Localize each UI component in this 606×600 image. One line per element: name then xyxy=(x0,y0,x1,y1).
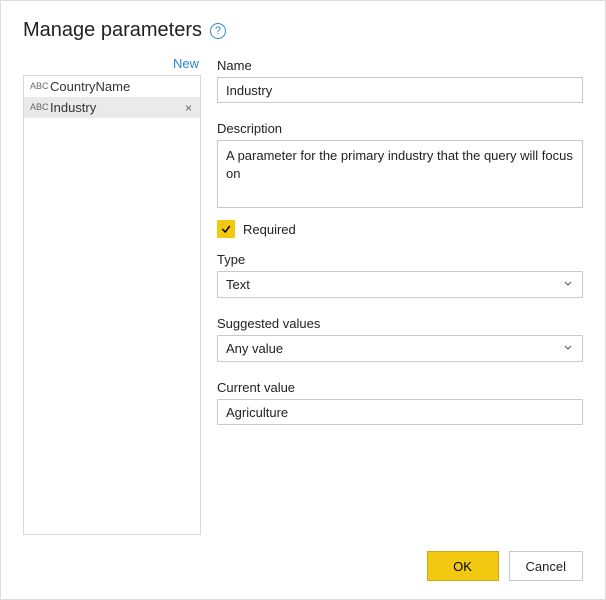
parameter-item-label: CountryName xyxy=(50,79,177,94)
description-textarea[interactable] xyxy=(217,140,583,208)
new-link-row: New xyxy=(23,56,201,75)
current-value-label: Current value xyxy=(217,380,583,395)
parameter-item-industry[interactable]: ABC Industry × xyxy=(24,97,200,118)
parameter-list: ABC CountryName × ABC Industry × xyxy=(23,75,201,535)
chevron-down-icon xyxy=(562,341,574,356)
suggested-values-label: Suggested values xyxy=(217,316,583,331)
required-label: Required xyxy=(243,222,296,237)
parameter-list-panel: New ABC CountryName × ABC Industry × xyxy=(23,56,201,535)
chevron-down-icon xyxy=(562,277,574,292)
dialog-title: Manage parameters xyxy=(23,19,202,42)
type-label: Type xyxy=(217,252,583,267)
description-label: Description xyxy=(217,121,583,136)
type-select-value: Text xyxy=(226,277,250,292)
help-icon[interactable]: ? xyxy=(210,23,226,39)
suggested-values-value: Any value xyxy=(226,341,283,356)
parameter-item-label: Industry xyxy=(50,100,177,115)
abc-type-icon: ABC xyxy=(30,82,44,91)
new-parameter-link[interactable]: New xyxy=(173,56,199,71)
required-row: Required xyxy=(217,220,583,238)
parameter-item-countryname[interactable]: ABC CountryName × xyxy=(24,76,200,97)
checkmark-icon xyxy=(220,223,232,235)
name-label: Name xyxy=(217,58,583,73)
parameter-form: Name Description Required Type Text Sugg… xyxy=(217,56,583,535)
dialog-header: Manage parameters ? xyxy=(23,19,583,42)
cancel-button[interactable]: Cancel xyxy=(509,551,583,581)
dialog-footer: OK Cancel xyxy=(23,535,583,581)
suggested-values-select[interactable]: Any value xyxy=(217,335,583,362)
delete-parameter-icon[interactable]: × xyxy=(183,101,194,115)
type-select[interactable]: Text xyxy=(217,271,583,298)
dialog-body: New ABC CountryName × ABC Industry × Nam… xyxy=(23,56,583,535)
abc-type-icon: ABC xyxy=(30,103,44,112)
current-value-input[interactable] xyxy=(217,399,583,425)
manage-parameters-dialog: Manage parameters ? New ABC CountryName … xyxy=(0,0,606,600)
ok-button[interactable]: OK xyxy=(427,551,499,581)
name-input[interactable] xyxy=(217,77,583,103)
required-checkbox[interactable] xyxy=(217,220,235,238)
